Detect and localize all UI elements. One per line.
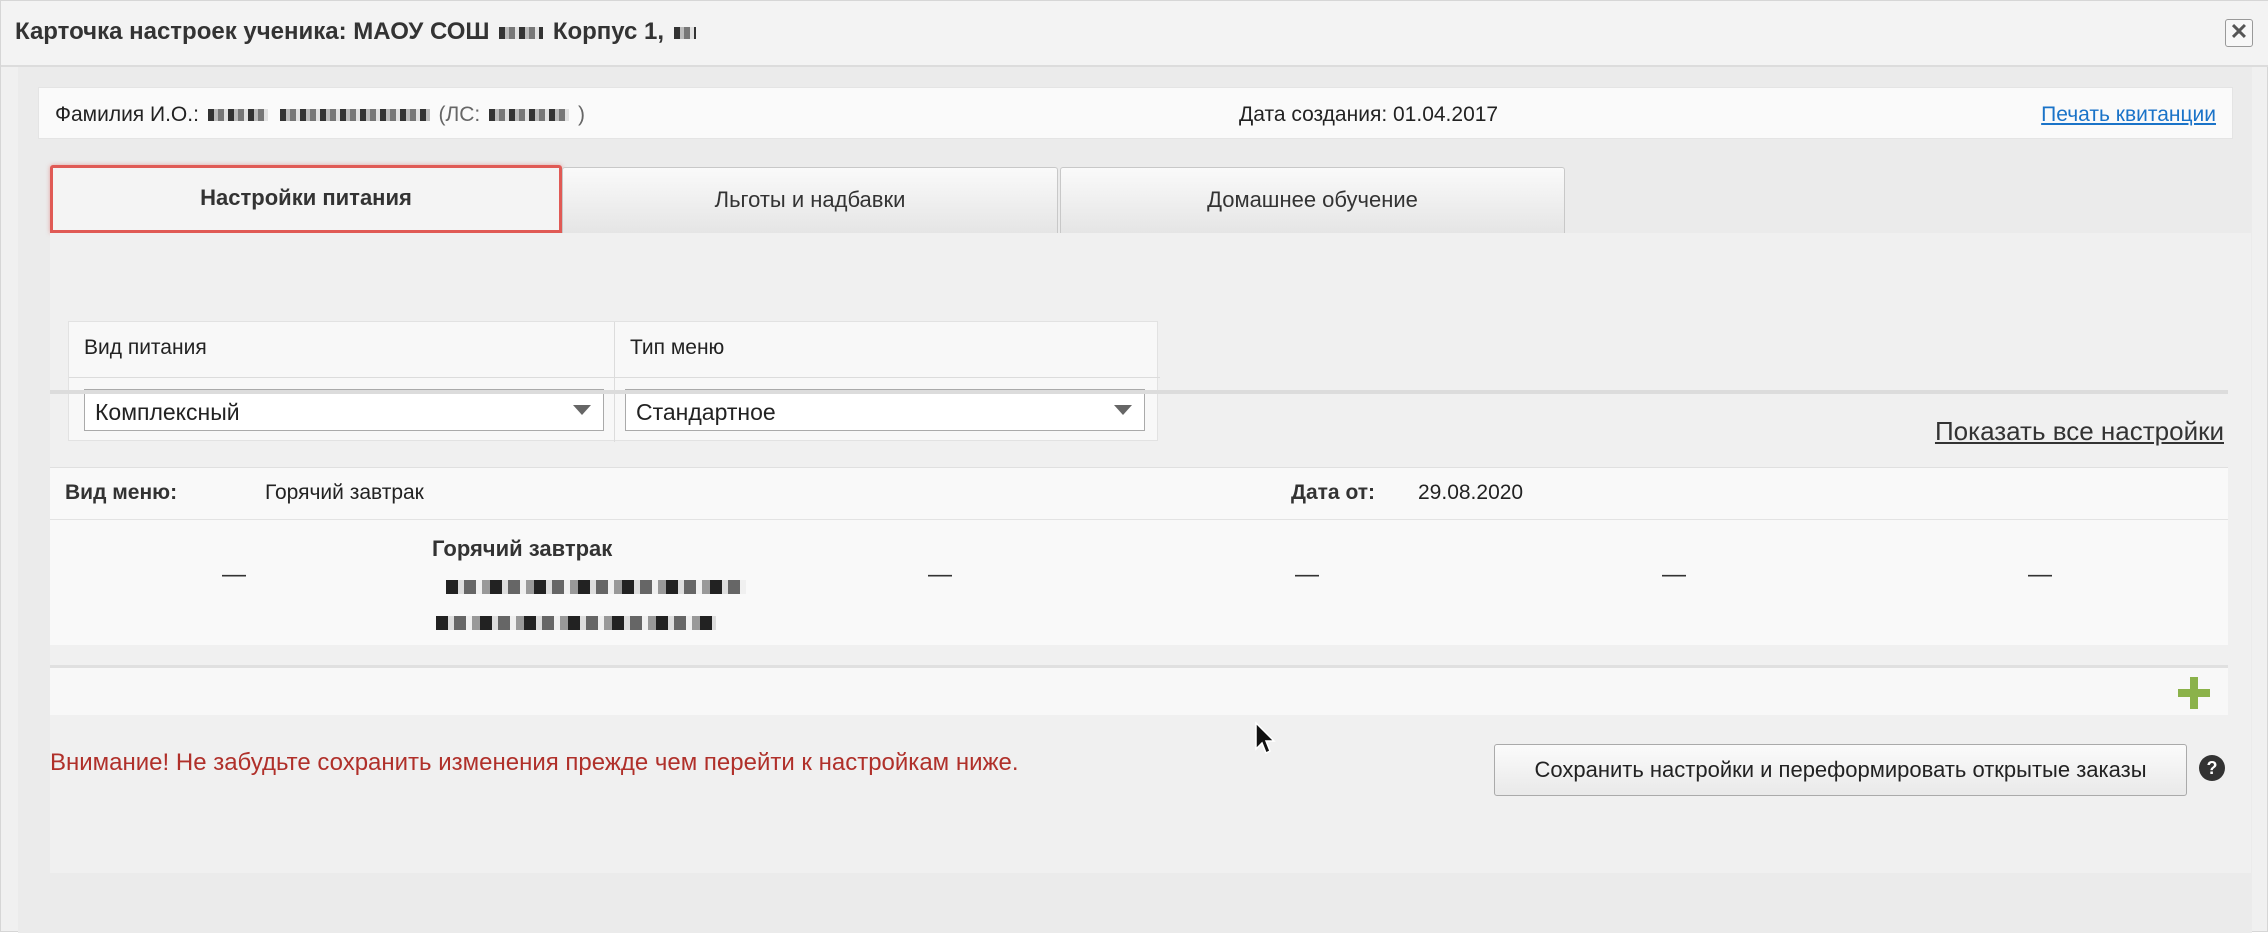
menu-header-row: Вид меню: Горячий завтрак Дата от: 29.08… xyxy=(50,468,2228,520)
redacted-dish-line xyxy=(446,580,746,594)
cell-dash: — xyxy=(1295,561,1319,588)
save-settings-button[interactable]: Сохранить настройки и переформировать от… xyxy=(1494,744,2187,796)
redacted-dish-line xyxy=(436,616,716,630)
cell-dash: — xyxy=(2028,561,2052,588)
cell-dash: — xyxy=(1662,561,1686,588)
dish-title: Горячий завтрак xyxy=(432,536,613,561)
menu-kind-label: Вид меню: xyxy=(65,481,178,504)
menu-settings-table: Вид меню: Горячий завтрак Дата от: 29.08… xyxy=(50,467,2228,645)
unsaved-warning: Внимание! Не забудьте сохранить изменени… xyxy=(50,749,1019,776)
plus-icon[interactable] xyxy=(2178,677,2210,709)
date-from-value: 29.08.2020 xyxy=(1418,481,1524,504)
mouse-cursor-icon xyxy=(1255,721,1276,755)
lower-content-layer: Показать все настройки Вид меню: Горячий… xyxy=(0,0,2268,932)
menu-kind-value: Горячий завтрак xyxy=(265,481,424,504)
section-separator xyxy=(50,390,2228,394)
cell-dash: — xyxy=(222,561,246,588)
add-row-bar xyxy=(50,665,2228,715)
help-icon[interactable]: ? xyxy=(2199,755,2225,781)
cell-dash: — xyxy=(928,561,952,588)
show-all-settings-link[interactable]: Показать все настройки xyxy=(1935,416,2224,447)
date-from-label: Дата от: xyxy=(1291,481,1376,504)
